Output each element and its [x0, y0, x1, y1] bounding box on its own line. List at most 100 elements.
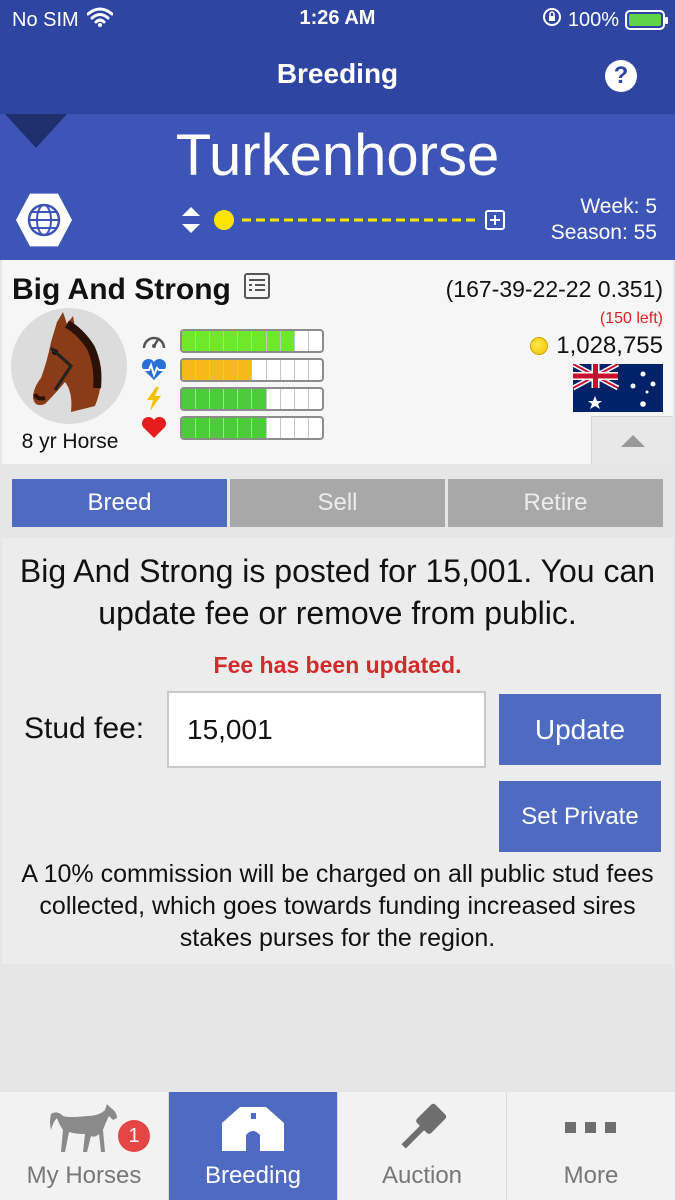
tab-breed[interactable]: Breed [12, 479, 227, 527]
horse-icon [50, 1104, 117, 1152]
stat-bar-segment [238, 417, 253, 438]
stat-bar-segment [295, 359, 309, 380]
ellipsis-icon [565, 1122, 616, 1133]
stable-name: Turkenhorse [175, 123, 500, 188]
update-button[interactable]: Update [499, 694, 661, 765]
stat-bar-segment [267, 417, 281, 438]
stat-bar-segment [280, 330, 295, 351]
stat-bar-segment [210, 417, 225, 438]
battery-icon [625, 10, 668, 30]
horse-avatar[interactable] [11, 308, 127, 424]
stud-fee-input[interactable]: 15,001 [167, 691, 486, 768]
bottom-tab-bar: 1 My Horses Breeding Auction More [0, 1092, 675, 1200]
details-sheet-icon[interactable] [243, 272, 271, 308]
stat-bar-segment [210, 330, 225, 351]
posting-message: Big And Strong is posted for 15,001. You… [19, 553, 656, 631]
page-title: Breeding [276, 58, 399, 89]
earnings-value: 1,028,755 [556, 332, 663, 359]
heart-icon [138, 415, 170, 441]
horse-earnings: 1,028,755 [530, 332, 663, 360]
chevron-up-icon [620, 434, 645, 447]
globe-icon [27, 203, 61, 237]
stat-bar-segment [224, 417, 239, 438]
add-week-icon[interactable] [485, 210, 505, 230]
stat-bar-segment [295, 388, 309, 409]
stat-bar-segment [196, 330, 211, 351]
australia-flag-icon [571, 361, 663, 412]
tab-retire[interactable]: Retire [448, 479, 663, 527]
stat-bar-segment [224, 330, 239, 351]
stat-bar-segment [267, 388, 281, 409]
stat-bar [180, 386, 324, 411]
globe-button[interactable] [16, 193, 72, 247]
commission-note: A 10% commission will be charged on all … [21, 860, 654, 952]
sort-arrows-icon[interactable] [182, 207, 200, 233]
season-label: Season: 55 [550, 221, 657, 244]
stat-bar-segment [252, 388, 267, 409]
collapse-card-button[interactable] [591, 416, 673, 464]
tabbar-more[interactable]: More [507, 1092, 675, 1200]
orientation-lock-icon [542, 7, 562, 33]
barn-icon [222, 1107, 284, 1151]
race-record: (167-39-22-22 0.351) [445, 276, 663, 302]
stat-bar-segment [210, 388, 225, 409]
stat-bar-segment [309, 418, 322, 438]
week-label: Week: 5 [580, 195, 657, 218]
gavel-icon [401, 1103, 447, 1149]
stat-bar-segment [196, 388, 211, 409]
notification-badge: 1 [118, 1120, 150, 1152]
tabbar-label: More [563, 1162, 619, 1189]
stat-bar-segment [196, 417, 211, 438]
stat-bar-segment [182, 388, 197, 409]
stat-bar-segment [224, 388, 239, 409]
stat-bar-segment [266, 330, 281, 351]
tabbar-label: Auction [381, 1162, 463, 1189]
stat-bar-segment [196, 359, 211, 380]
tabbar-breeding[interactable]: Breeding [169, 1092, 338, 1200]
stat-row [138, 355, 324, 384]
horse-head-icon [33, 312, 102, 412]
help-icon[interactable]: ? [605, 60, 637, 92]
races-left: (150 left) [599, 310, 663, 327]
breed-panel: Big And Strong is posted for 15,001. You… [2, 538, 673, 964]
coin-icon [530, 337, 549, 355]
horse-name: Big And Strong [12, 273, 231, 306]
lightning-icon [138, 386, 170, 412]
stats-panel [138, 326, 324, 442]
stat-bar-segment [309, 360, 322, 380]
stat-bar-segment [210, 359, 225, 380]
stat-bar-segment [281, 388, 295, 409]
week-season: Week: 5 Season: 55 [551, 194, 657, 246]
stat-bar-segment [281, 359, 295, 380]
stat-bar-segment [182, 359, 197, 380]
stat-bar-segment [309, 389, 322, 409]
progress-marker-icon [214, 210, 234, 230]
stat-bar-segment [252, 330, 267, 351]
status-bar: No SIM 1:26 AM 100% [0, 0, 675, 38]
stud-fee-label: Stud fee: [24, 712, 145, 745]
stat-bar [180, 357, 324, 382]
stat-bar-segment [309, 331, 322, 351]
stat-bar-segment [252, 359, 267, 380]
stat-bar [180, 415, 324, 440]
stable-header: Turkenhorse Week: 5 Season: 55 [0, 114, 675, 260]
stat-bar-segment [238, 330, 253, 351]
stat-bar-segment [182, 417, 197, 438]
horse-card: Big And Strong 8 yr Horse (167-39-22-22 … [2, 260, 673, 464]
tabbar-my-horses[interactable]: 1 My Horses [0, 1092, 169, 1200]
stat-bar-segment [267, 359, 281, 380]
tab-sell[interactable]: Sell [230, 479, 445, 527]
stat-bar-segment [238, 388, 253, 409]
set-private-button[interactable]: Set Private [499, 781, 661, 852]
season-progress [180, 204, 510, 236]
stat-bar-segment [295, 330, 309, 351]
stat-bar-segment [252, 417, 267, 438]
battery-percent: 100% [567, 8, 619, 31]
tabbar-auction[interactable]: Auction [338, 1092, 507, 1200]
speedometer-icon [138, 328, 170, 354]
stat-bar-segment [182, 330, 197, 351]
stat-bar-segment [224, 359, 239, 380]
tabbar-label: My Horses [26, 1162, 142, 1189]
heartbeat-icon [138, 357, 170, 383]
fee-updated-notice: Fee has been updated. [213, 652, 462, 678]
